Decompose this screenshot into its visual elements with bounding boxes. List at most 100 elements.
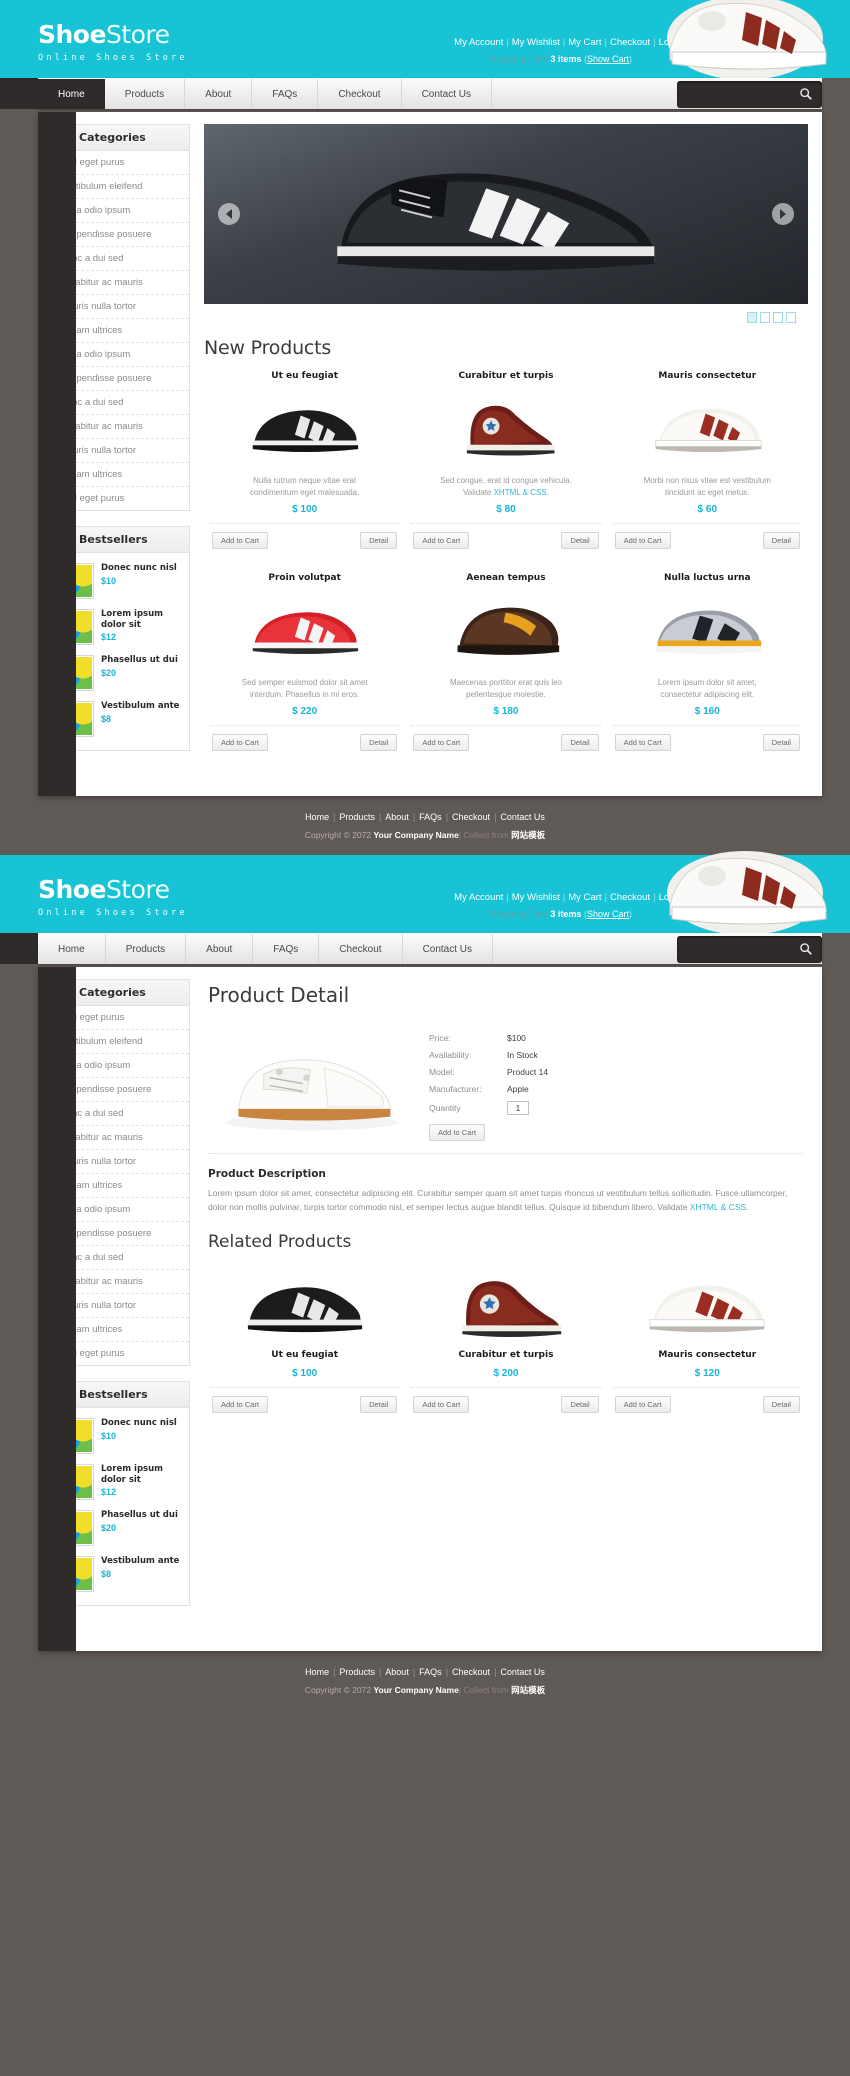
quantity-input[interactable]: [507, 1101, 529, 1115]
footer-link-checkout[interactable]: Checkout: [452, 1667, 490, 1677]
product-name[interactable]: Ut eu feugiat: [210, 1350, 399, 1360]
bestseller-item[interactable]: Vestibulum ante $8: [58, 696, 182, 742]
add-to-cart-button[interactable]: Add to Cart: [413, 1396, 470, 1414]
slider-dot-2[interactable]: [760, 312, 770, 323]
collect-link[interactable]: 网站模板: [511, 830, 545, 840]
footer-link-contact-us[interactable]: Contact Us: [500, 1667, 545, 1677]
bestseller-item[interactable]: Lorem ipsum dolor sit $12: [58, 604, 182, 650]
product-image[interactable]: [411, 1264, 600, 1350]
top-link-log-in[interactable]: Log In: [659, 37, 685, 48]
detail-button[interactable]: Detail: [360, 734, 398, 752]
product-name[interactable]: Curabitur et turpis: [411, 371, 600, 381]
nav-item-products[interactable]: Products: [106, 934, 187, 964]
add-to-cart-button[interactable]: Add to Cart: [614, 532, 671, 550]
detail-button[interactable]: Detail: [360, 532, 398, 550]
footer-link-contact-us[interactable]: Contact Us: [500, 812, 545, 822]
add-to-cart-button[interactable]: Add to Cart: [413, 734, 470, 752]
product-name[interactable]: Curabitur et turpis: [411, 1350, 600, 1360]
footer-link-products[interactable]: Products: [339, 1667, 375, 1677]
product-image[interactable]: [210, 591, 399, 669]
slider-dot-4[interactable]: [786, 312, 796, 323]
product-image[interactable]: [210, 389, 399, 467]
product-image[interactable]: [210, 1264, 399, 1350]
product-name[interactable]: Ut eu feugiat: [210, 371, 399, 381]
detail-button[interactable]: Detail: [762, 1396, 800, 1414]
product-name[interactable]: Aenean tempus: [411, 573, 600, 583]
product-name[interactable]: Mauris consectetur: [613, 371, 802, 381]
top-link-checkout[interactable]: Checkout: [610, 892, 650, 903]
product-name[interactable]: Nulla luctus urna: [613, 573, 802, 583]
bestseller-item[interactable]: Donec nunc nisl $10: [58, 1413, 182, 1459]
add-to-cart-button[interactable]: Add to Cart: [212, 734, 268, 752]
product-image[interactable]: [411, 591, 600, 669]
bestseller-item[interactable]: Lorem ipsum dolor sit $12: [58, 1459, 182, 1505]
slider-prev-button[interactable]: [218, 203, 240, 225]
slider-dot-3[interactable]: [773, 312, 783, 323]
detail-button[interactable]: Detail: [360, 1396, 398, 1414]
search-icon[interactable]: [799, 942, 813, 956]
collect-link[interactable]: 网站模板: [511, 1685, 545, 1695]
product-image[interactable]: [613, 591, 802, 669]
brand-logo[interactable]: ShoeStore Online Shoes Store: [38, 877, 188, 918]
bestseller-item[interactable]: Phasellus ut dui $20: [58, 650, 182, 696]
bestseller-item[interactable]: Phasellus ut dui $20: [58, 1505, 182, 1551]
detail-button[interactable]: Detail: [561, 734, 599, 752]
slider-dot-1[interactable]: [747, 312, 757, 323]
footer-link-faqs[interactable]: FAQs: [419, 1667, 442, 1677]
footer-link-home[interactable]: Home: [305, 812, 329, 822]
nav-item-faqs[interactable]: FAQs: [253, 934, 320, 964]
detail-button[interactable]: Detail: [561, 532, 599, 550]
product-name[interactable]: Proin volutpat: [210, 573, 399, 583]
footer-link-home[interactable]: Home: [305, 1667, 329, 1677]
add-to-cart-button[interactable]: Add to Cart: [614, 734, 671, 752]
search-icon[interactable]: [799, 87, 813, 101]
detail-button[interactable]: Detail: [762, 532, 800, 550]
nav-item-faqs[interactable]: FAQs: [252, 79, 319, 109]
add-to-cart-button[interactable]: Add to Cart: [614, 1396, 671, 1414]
add-to-cart-button[interactable]: Add to Cart: [212, 1396, 268, 1414]
search-input[interactable]: [685, 941, 790, 958]
nav-item-about[interactable]: About: [186, 934, 254, 964]
show-cart-link[interactable]: Show Cart: [587, 909, 629, 919]
top-link-my-account[interactable]: My Account: [454, 37, 503, 48]
show-cart-link[interactable]: Show Cart: [587, 54, 629, 64]
xhtml-css-link[interactable]: XHTML & CSS: [494, 488, 547, 497]
top-link-checkout[interactable]: Checkout: [610, 37, 650, 48]
slider-next-button[interactable]: [772, 203, 794, 225]
top-link-my-wishlist[interactable]: My Wishlist: [512, 37, 560, 48]
top-link-log-in[interactable]: Log In: [659, 892, 685, 903]
footer-link-about[interactable]: About: [385, 812, 409, 822]
footer-link-faqs[interactable]: FAQs: [419, 812, 442, 822]
add-to-cart-button[interactable]: Add to Cart: [429, 1124, 485, 1141]
top-link-my-account[interactable]: My Account: [454, 892, 503, 903]
nav-item-about[interactable]: About: [185, 79, 253, 109]
nav-item-products[interactable]: Products: [105, 79, 186, 109]
nav-item-checkout[interactable]: Checkout: [318, 79, 402, 109]
bestseller-item[interactable]: Donec nunc nisl $10: [58, 558, 182, 604]
nav-item-contact-us[interactable]: Contact Us: [403, 934, 494, 964]
footer-link-products[interactable]: Products: [339, 812, 375, 822]
product-image[interactable]: [411, 389, 600, 467]
nav-item-contact-us[interactable]: Contact Us: [402, 79, 493, 109]
top-link-my-cart[interactable]: My Cart: [568, 37, 601, 48]
top-link-my-wishlist[interactable]: My Wishlist: [512, 892, 560, 903]
product-detail-image[interactable]: [204, 1025, 419, 1145]
xhtml-css-link[interactable]: XHTML & CSS: [690, 1202, 746, 1212]
detail-button[interactable]: Detail: [762, 734, 800, 752]
nav-item-checkout[interactable]: Checkout: [319, 934, 403, 964]
bestseller-item[interactable]: Vestibulum ante $8: [58, 1551, 182, 1597]
footer-link-about[interactable]: About: [385, 1667, 409, 1677]
footer-link-checkout[interactable]: Checkout: [452, 812, 490, 822]
brand-logo[interactable]: ShoeStore Online Shoes Store: [38, 22, 188, 63]
search-input[interactable]: [685, 86, 790, 103]
nav-item-home[interactable]: Home: [38, 934, 106, 964]
search-box[interactable]: [677, 81, 822, 108]
product-name[interactable]: Mauris consectetur: [613, 1350, 802, 1360]
add-to-cart-button[interactable]: Add to Cart: [212, 532, 268, 550]
detail-button[interactable]: Detail: [561, 1396, 599, 1414]
product-image[interactable]: [613, 389, 802, 467]
add-to-cart-button[interactable]: Add to Cart: [413, 532, 470, 550]
nav-item-home[interactable]: Home: [0, 79, 105, 109]
product-image[interactable]: [613, 1264, 802, 1350]
top-link-my-cart[interactable]: My Cart: [568, 892, 601, 903]
